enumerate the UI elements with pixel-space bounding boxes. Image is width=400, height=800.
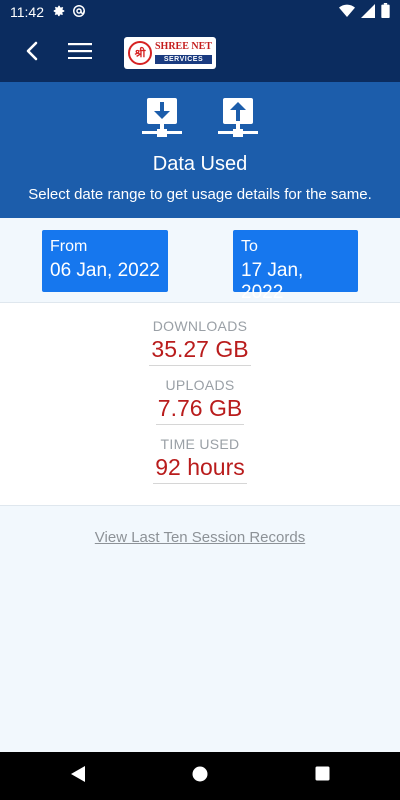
date-range: From 06 Jan, 2022 To 17 Jan, 2022 bbox=[0, 218, 400, 303]
app-bar: श्री SHREE NET SERVICES bbox=[0, 24, 400, 82]
downloads-label: DOWNLOADS bbox=[152, 318, 248, 334]
download-network-icon bbox=[140, 98, 184, 145]
status-time: 11:42 bbox=[10, 4, 44, 20]
recents-square-icon bbox=[315, 766, 330, 786]
time-used-value: 92 hours bbox=[153, 454, 247, 484]
uploads-stat: UPLOADS 7.76 GB bbox=[0, 377, 400, 425]
nav-recents-button[interactable] bbox=[306, 760, 338, 792]
back-arrow-icon bbox=[25, 41, 39, 66]
hamburger-icon bbox=[68, 42, 92, 64]
status-bar: 11:42 bbox=[0, 0, 400, 24]
uploads-label: UPLOADS bbox=[165, 377, 235, 393]
view-session-records-link[interactable]: View Last Ten Session Records bbox=[0, 529, 400, 546]
back-button[interactable] bbox=[12, 33, 52, 73]
status-left-icons bbox=[52, 4, 86, 21]
system-nav-bar bbox=[0, 752, 400, 800]
page-title: Data Used bbox=[152, 153, 248, 175]
time-used-stat: TIME USED 92 hours bbox=[0, 436, 400, 484]
battery-icon bbox=[381, 3, 390, 21]
back-triangle-icon bbox=[70, 765, 86, 788]
usage-stats: DOWNLOADS 35.27 GB UPLOADS 7.76 GB TIME … bbox=[0, 302, 400, 506]
signal-icon bbox=[361, 3, 375, 21]
page-subtitle: Select date range to get usage details f… bbox=[28, 186, 372, 203]
status-right-icons bbox=[339, 3, 390, 21]
data-used-banner: Data Used Select date range to get usage… bbox=[0, 82, 400, 218]
downloads-stat: DOWNLOADS 35.27 GB bbox=[0, 318, 400, 366]
gear-icon bbox=[52, 4, 66, 21]
to-date-value: 17 Jan, 2022 bbox=[241, 260, 304, 303]
menu-button[interactable] bbox=[60, 33, 100, 73]
nav-back-button[interactable] bbox=[62, 760, 94, 792]
from-date-value: 06 Jan, 2022 bbox=[50, 260, 160, 281]
home-circle-icon bbox=[192, 766, 208, 787]
at-icon bbox=[72, 4, 86, 21]
to-date-button[interactable]: To 17 Jan, 2022 bbox=[233, 230, 358, 303]
nav-home-button[interactable] bbox=[184, 760, 216, 792]
uploads-value: 7.76 GB bbox=[155, 395, 245, 425]
logo-mark: श्री bbox=[128, 41, 152, 65]
wifi-icon bbox=[339, 4, 355, 21]
from-date-button[interactable]: From 06 Jan, 2022 bbox=[42, 230, 168, 292]
time-used-label: TIME USED bbox=[160, 436, 240, 452]
to-date-label: To bbox=[241, 238, 258, 255]
logo-line2: SERVICES bbox=[155, 55, 212, 64]
logo-line1: SHREE NET bbox=[155, 41, 212, 52]
downloads-value: 35.27 GB bbox=[149, 336, 251, 366]
upload-network-icon bbox=[216, 98, 260, 145]
from-date-label: From bbox=[50, 238, 88, 255]
app-logo: श्री SHREE NET SERVICES bbox=[124, 37, 216, 69]
